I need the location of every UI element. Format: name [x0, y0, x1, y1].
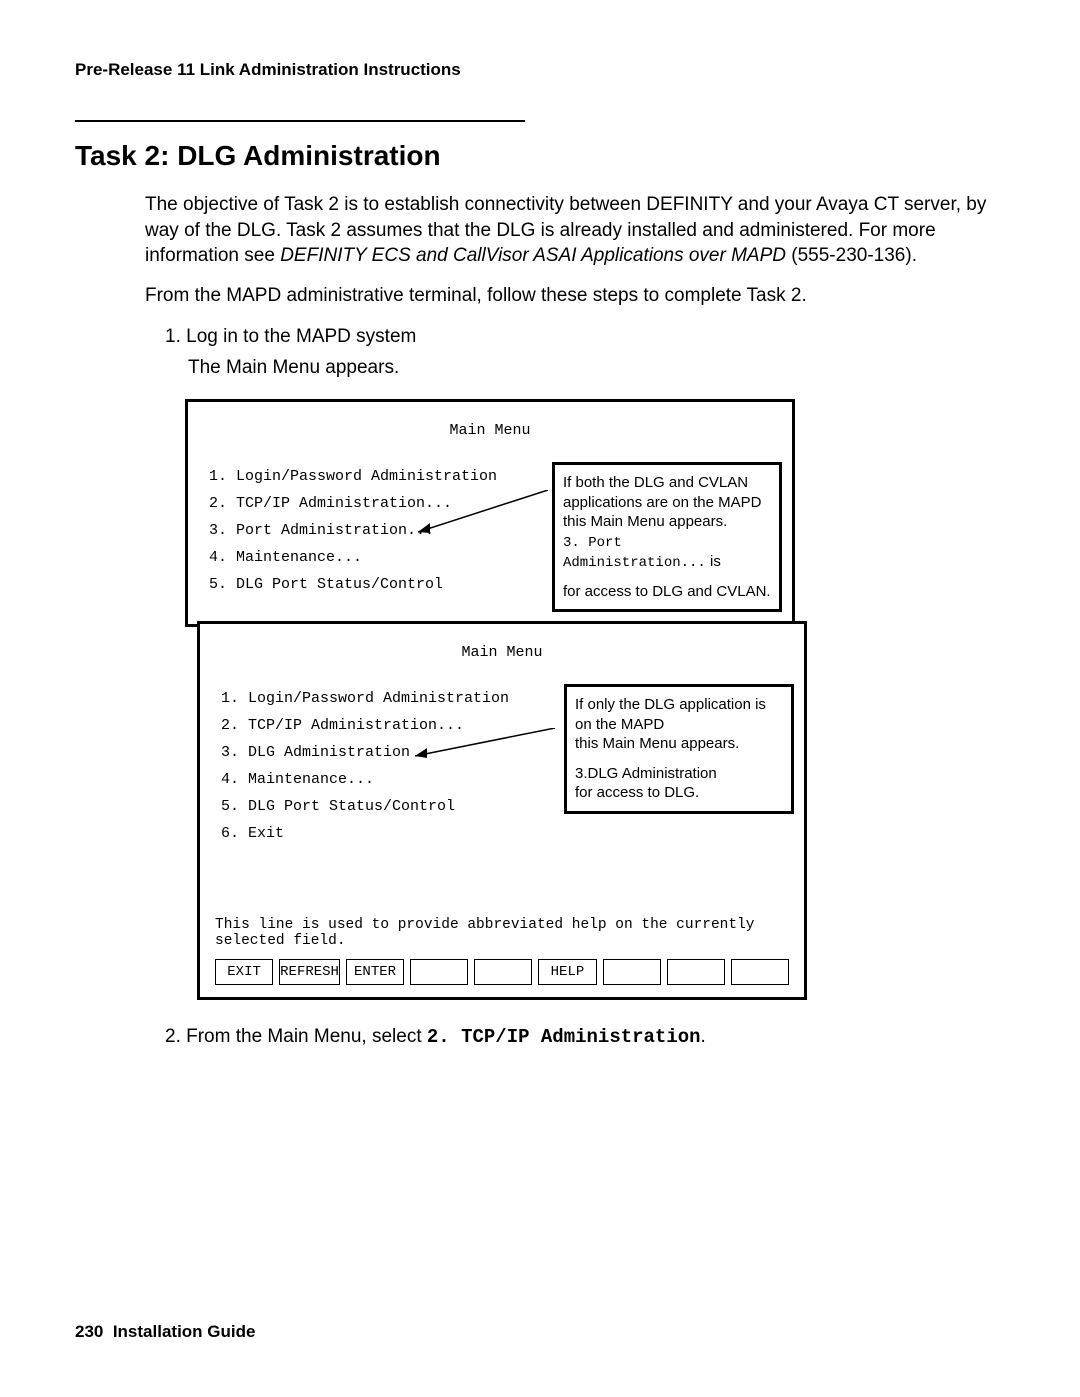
- blank-button[interactable]: [410, 959, 468, 985]
- menu-title-2: Main Menu: [215, 644, 789, 661]
- step-1-text: Log in to the MAPD system: [186, 326, 416, 347]
- footer-title: Installation Guide: [113, 1322, 256, 1341]
- para1-part-c: (555-230-136).: [786, 245, 917, 266]
- callout-line: 3. Port Administration... is: [563, 532, 771, 572]
- section-rule: [75, 120, 525, 122]
- callout-mono: 3. Port Administration...: [563, 535, 706, 571]
- callout-box-2: If only the DLG application is on the MA…: [564, 684, 794, 814]
- menu-item: 6. Exit: [221, 820, 789, 847]
- page-number: 230: [75, 1322, 103, 1341]
- refresh-button[interactable]: REFRESH: [279, 959, 340, 985]
- help-line: This line is used to provide abbreviated…: [215, 917, 789, 949]
- callout-line: If both the DLG and CVLAN applications a…: [563, 473, 771, 532]
- running-header: Pre-Release 11 Link Administration Instr…: [75, 60, 1005, 80]
- step-2-number: 2.: [165, 1026, 186, 1047]
- section-title: Task 2: DLG Administration: [75, 140, 1005, 172]
- step-2-text-c: .: [701, 1026, 706, 1047]
- blank-button[interactable]: [603, 959, 661, 985]
- callout-line: for access to DLG and CVLAN.: [563, 582, 771, 602]
- blank-button[interactable]: [731, 959, 789, 985]
- step-2-command: 2. TCP/IP Administration: [427, 1026, 701, 1048]
- step-2-text-a: From the Main Menu, select: [186, 1026, 427, 1047]
- intro-paragraph: The objective of Task 2 is to establish …: [145, 192, 1005, 269]
- blank-button[interactable]: [474, 959, 532, 985]
- blank-button[interactable]: [667, 959, 725, 985]
- step-1: 1. Log in to the MAPD system: [165, 323, 1005, 352]
- page-footer: 230 Installation Guide: [75, 1322, 255, 1342]
- terminal-screenshot-2: Main Menu 1. Login/Password Administrati…: [197, 621, 807, 1000]
- callout-text: is: [706, 553, 721, 570]
- instruction-paragraph: From the MAPD administrative terminal, f…: [145, 283, 1005, 309]
- para1-italic: DEFINITY ECS and CallVisor ASAI Applicat…: [280, 245, 786, 266]
- menu-title-1: Main Menu: [203, 422, 777, 439]
- callout-line: for access to DLG.: [575, 783, 783, 803]
- enter-button[interactable]: ENTER: [346, 959, 404, 985]
- callout-box-1: If both the DLG and CVLAN applications a…: [552, 462, 782, 612]
- step-2: 2. From the Main Menu, select 2. TCP/IP …: [165, 1026, 1005, 1048]
- callout-line: 3.DLG Administration: [575, 764, 783, 784]
- document-page: Pre-Release 11 Link Administration Instr…: [0, 0, 1080, 1397]
- callout-line: If only the DLG application is on the MA…: [575, 695, 783, 734]
- help-button[interactable]: HELP: [538, 959, 596, 985]
- exit-button[interactable]: EXIT: [215, 959, 273, 985]
- step-1-result: The Main Menu appears.: [188, 357, 1005, 379]
- callout-line: this Main Menu appears.: [575, 734, 783, 754]
- terminal-screenshot-1: Main Menu 1. Login/Password Administrati…: [185, 399, 795, 1006]
- terminal-button-row: EXIT REFRESH ENTER HELP: [215, 959, 789, 985]
- step-1-number: 1.: [165, 326, 186, 347]
